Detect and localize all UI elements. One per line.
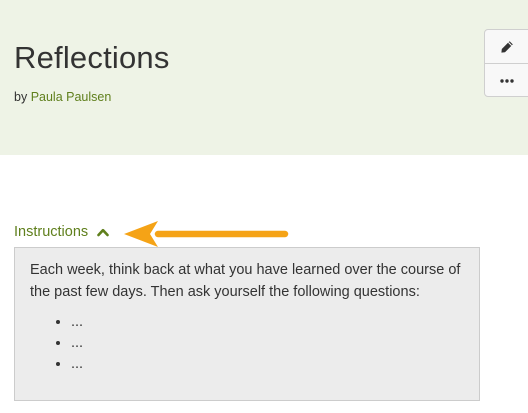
annotation-arrow-icon bbox=[124, 221, 289, 247]
byline: by Paula Paulsen bbox=[14, 90, 111, 104]
list-item: ... bbox=[71, 312, 465, 333]
page-toolbar bbox=[484, 29, 528, 97]
questions-list: ... ... ... bbox=[30, 312, 465, 375]
author-link[interactable]: Paula Paulsen bbox=[31, 90, 112, 104]
instructions-toggle[interactable]: Instructions bbox=[14, 224, 109, 240]
list-item: ... bbox=[71, 333, 465, 354]
page-title: Reflections bbox=[14, 40, 170, 75]
instructions-text: Each week, think back at what you have l… bbox=[30, 262, 461, 300]
byline-prefix: by bbox=[14, 90, 28, 104]
chevron-up-icon bbox=[97, 228, 109, 237]
pencil-icon bbox=[501, 40, 513, 53]
instructions-label: Instructions bbox=[14, 224, 89, 240]
page-header: Reflections by Paula Paulsen bbox=[0, 0, 528, 155]
more-options-button[interactable] bbox=[485, 64, 528, 98]
edit-button[interactable] bbox=[485, 30, 528, 64]
more-horizontal-icon bbox=[500, 79, 514, 83]
instructions-panel: Each week, think back at what you have l… bbox=[14, 247, 480, 401]
list-item: ... bbox=[71, 354, 465, 375]
